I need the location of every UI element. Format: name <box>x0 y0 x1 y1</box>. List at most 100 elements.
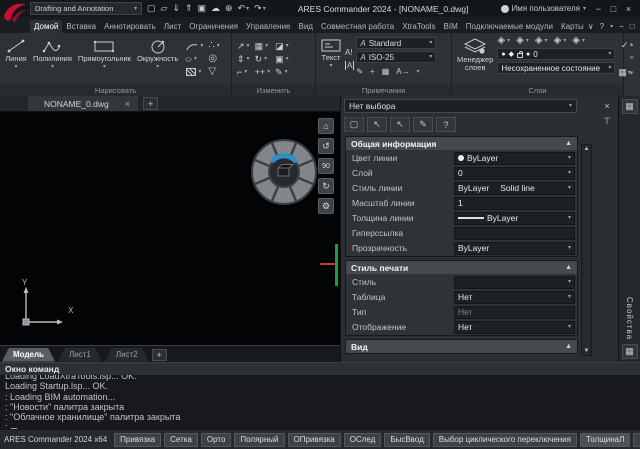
caret-down-icon[interactable]: ▾ <box>610 24 613 30</box>
rotate-ccw-button[interactable]: ↺ <box>318 138 334 154</box>
section-view-header[interactable]: Вид ▲ <box>346 340 577 353</box>
toggle-esnap[interactable]: ОПривязка <box>288 433 341 447</box>
ribbon-tab-insert[interactable]: Вставка <box>62 20 100 33</box>
close-palette-icon[interactable]: × <box>604 101 609 111</box>
ribbon-tab-bim[interactable]: BIM <box>440 20 462 33</box>
close-button[interactable]: × <box>621 4 636 14</box>
layer-state-select[interactable]: Несохраненное состояние слоев ▾ <box>497 62 615 74</box>
rotate-90-button[interactable]: 90 <box>318 158 334 174</box>
ribbon-tab-maps[interactable]: Карты <box>557 20 588 33</box>
arc-button[interactable]: ▾ <box>186 41 203 51</box>
toggle-grid[interactable]: Сетка <box>164 433 198 447</box>
toggle-lineweight[interactable]: ТолщинаЛ <box>580 433 630 447</box>
ribbon-overflow-down-icon[interactable]: ▾ <box>630 69 634 77</box>
lineweight-select[interactable]: ByLayer ▾ <box>454 212 575 225</box>
plot-display-select[interactable]: Нет ▾ <box>454 321 575 334</box>
circle-button[interactable]: Окружность ▾ <box>135 35 180 83</box>
ribbon-tab-xtratools[interactable]: XtraTools <box>398 20 439 33</box>
text-flow-icon[interactable]: A→ <box>396 67 409 76</box>
toggle-polar[interactable]: Полярный <box>234 433 284 447</box>
trim-button[interactable]: ++▾ <box>255 68 271 77</box>
point-button[interactable]: ∴ ▾ <box>208 41 219 51</box>
minimize-button[interactable]: − <box>591 4 606 14</box>
command-prompt[interactable]: : <box>5 422 635 429</box>
layer-states-button[interactable]: ◈▾ <box>572 36 585 46</box>
cloud-save-icon[interactable]: ☁ <box>211 4 220 13</box>
layer-select[interactable]: ● ◆ ● 0 ▾ <box>497 48 615 60</box>
ribbon-tab-manage[interactable]: Управление <box>242 20 294 33</box>
save-icon[interactable]: ▣ <box>198 4 207 13</box>
layer-lock-button[interactable]: ◈▾ <box>535 36 548 46</box>
rotate-cw-button[interactable]: ↻ <box>318 178 334 194</box>
document-tab[interactable]: NONAME_0.dwg × <box>28 96 138 111</box>
linescale-input[interactable]: 1 <box>454 197 575 210</box>
layer-select-field[interactable]: 0 ▾ <box>454 167 575 180</box>
line-button[interactable]: Линия ▾ <box>3 35 29 83</box>
erase-button[interactable]: ◪▾ <box>275 42 289 51</box>
drawing-canvas[interactable]: ⌂ ↺ 90 ↻ ⚙ Y X <box>0 112 340 345</box>
active-palette-icon[interactable]: ▦ <box>622 99 638 114</box>
ellipse-button[interactable]: ○ ▾ <box>186 54 203 64</box>
command-window[interactable]: Окно команд Loading LoadXtraTools.lsp...… <box>0 362 640 430</box>
dimension-style-icon[interactable]: A <box>345 61 354 70</box>
ribbon-tab-sheet[interactable]: Лист <box>160 20 185 33</box>
text-button[interactable]: Текст ▾ <box>319 35 343 83</box>
new-tab-button[interactable]: + <box>143 97 158 110</box>
quick-select-button[interactable]: ✎ <box>413 117 433 132</box>
ribbon-tab-home[interactable]: Домой <box>30 20 62 33</box>
navigation-wheel[interactable] <box>248 136 320 208</box>
toggle-ortho[interactable]: Орто <box>201 433 232 447</box>
scroll-down-icon[interactable]: ▼ <box>584 348 590 354</box>
ribbon-tab-view[interactable]: Вид <box>295 20 317 33</box>
explode-button[interactable]: ✎▾ <box>275 68 289 77</box>
donut-button[interactable]: ◎ <box>208 54 219 64</box>
layer-isolate-button[interactable]: ◈▾ <box>497 36 510 46</box>
help-icon[interactable]: ? <box>600 22 604 31</box>
rectangle-button[interactable]: Прямоугольник ▾ <box>76 35 133 83</box>
scroll-up-icon[interactable]: ▲ <box>584 146 590 152</box>
ribbon-tab-plugins[interactable]: Подключаемые модули <box>462 20 557 33</box>
export-icon[interactable]: ⇓ <box>172 4 180 13</box>
ribbon-tab-annotate[interactable]: Аннотировать <box>100 20 160 33</box>
table-icon[interactable]: ▦ <box>382 67 390 76</box>
maximize-button[interactable]: □ <box>606 4 621 14</box>
fillet-button[interactable]: ⌐▾ <box>237 68 250 77</box>
web-icon[interactable]: ⊕ <box>225 4 233 13</box>
ribbon-overflow-menu-icon[interactable]: ≡ <box>629 55 633 62</box>
polygon-button[interactable]: ▽ <box>208 67 219 77</box>
text-style-icon[interactable]: A! <box>345 48 354 57</box>
wheel-settings-button[interactable]: ⚙ <box>318 198 334 214</box>
stretch-button[interactable]: ⇕▾ <box>237 55 250 64</box>
tab-sheet2[interactable]: Лист2 <box>105 348 149 362</box>
plot-style-select[interactable]: ▾ <box>454 276 575 289</box>
copy-button[interactable]: ▦▾ <box>255 42 271 51</box>
edit-annotation-icon[interactable]: ✎ <box>356 67 363 76</box>
section-general-header[interactable]: Общая информация ▲ <box>346 137 577 150</box>
ribbon-tab-collaborate[interactable]: Совместная работа <box>317 20 398 33</box>
new-file-icon[interactable]: ▢ <box>147 4 156 13</box>
ribbon-overflow-up-icon[interactable]: ▴ <box>630 40 634 48</box>
line-color-select[interactable]: ByLayer ▾ <box>454 152 575 165</box>
properties-dock-tab[interactable]: Свойства <box>625 297 634 340</box>
undo-button[interactable]: ↶ ▾ <box>238 4 250 13</box>
plot-table-select[interactable]: Нет ▾ <box>454 291 575 304</box>
workspace-selector[interactable]: Drafting and Annotation ▾ <box>30 2 142 15</box>
tab-sheet1[interactable]: Лист1 <box>58 348 102 362</box>
properties-help-button[interactable]: ? <box>436 117 456 132</box>
import-icon[interactable]: ⇑ <box>185 4 193 13</box>
section-plot-style-header[interactable]: Стиль печати ▲ <box>346 261 577 274</box>
selection-filter-select[interactable]: Нет выбора ▾ <box>344 99 577 113</box>
hyperlink-input[interactable] <box>454 227 575 240</box>
redo-button[interactable]: ↷ ▾ <box>254 4 266 13</box>
polyline-button[interactable]: Полилиния ▾ <box>31 35 74 83</box>
toggle-model[interactable]: МОДЕЛЬ <box>633 433 640 447</box>
toggle-cycling-selection[interactable]: Выбор циклического переключения <box>433 433 577 447</box>
toggle-quickinput[interactable]: БысВвод <box>384 433 429 447</box>
layer-manager-button[interactable]: Менеджер слоев <box>455 35 495 83</box>
transparency-select[interactable]: ByLayer ▾ <box>454 242 575 255</box>
toggle-snap[interactable]: Привязка <box>114 433 161 447</box>
layer-freeze-button[interactable]: ◈▾ <box>516 36 529 46</box>
box-select-button[interactable]: ↖ <box>390 117 410 132</box>
text-style-select[interactable]: A Standard ▾ <box>356 37 436 49</box>
toggle-etrack[interactable]: ОСлед <box>344 433 382 447</box>
